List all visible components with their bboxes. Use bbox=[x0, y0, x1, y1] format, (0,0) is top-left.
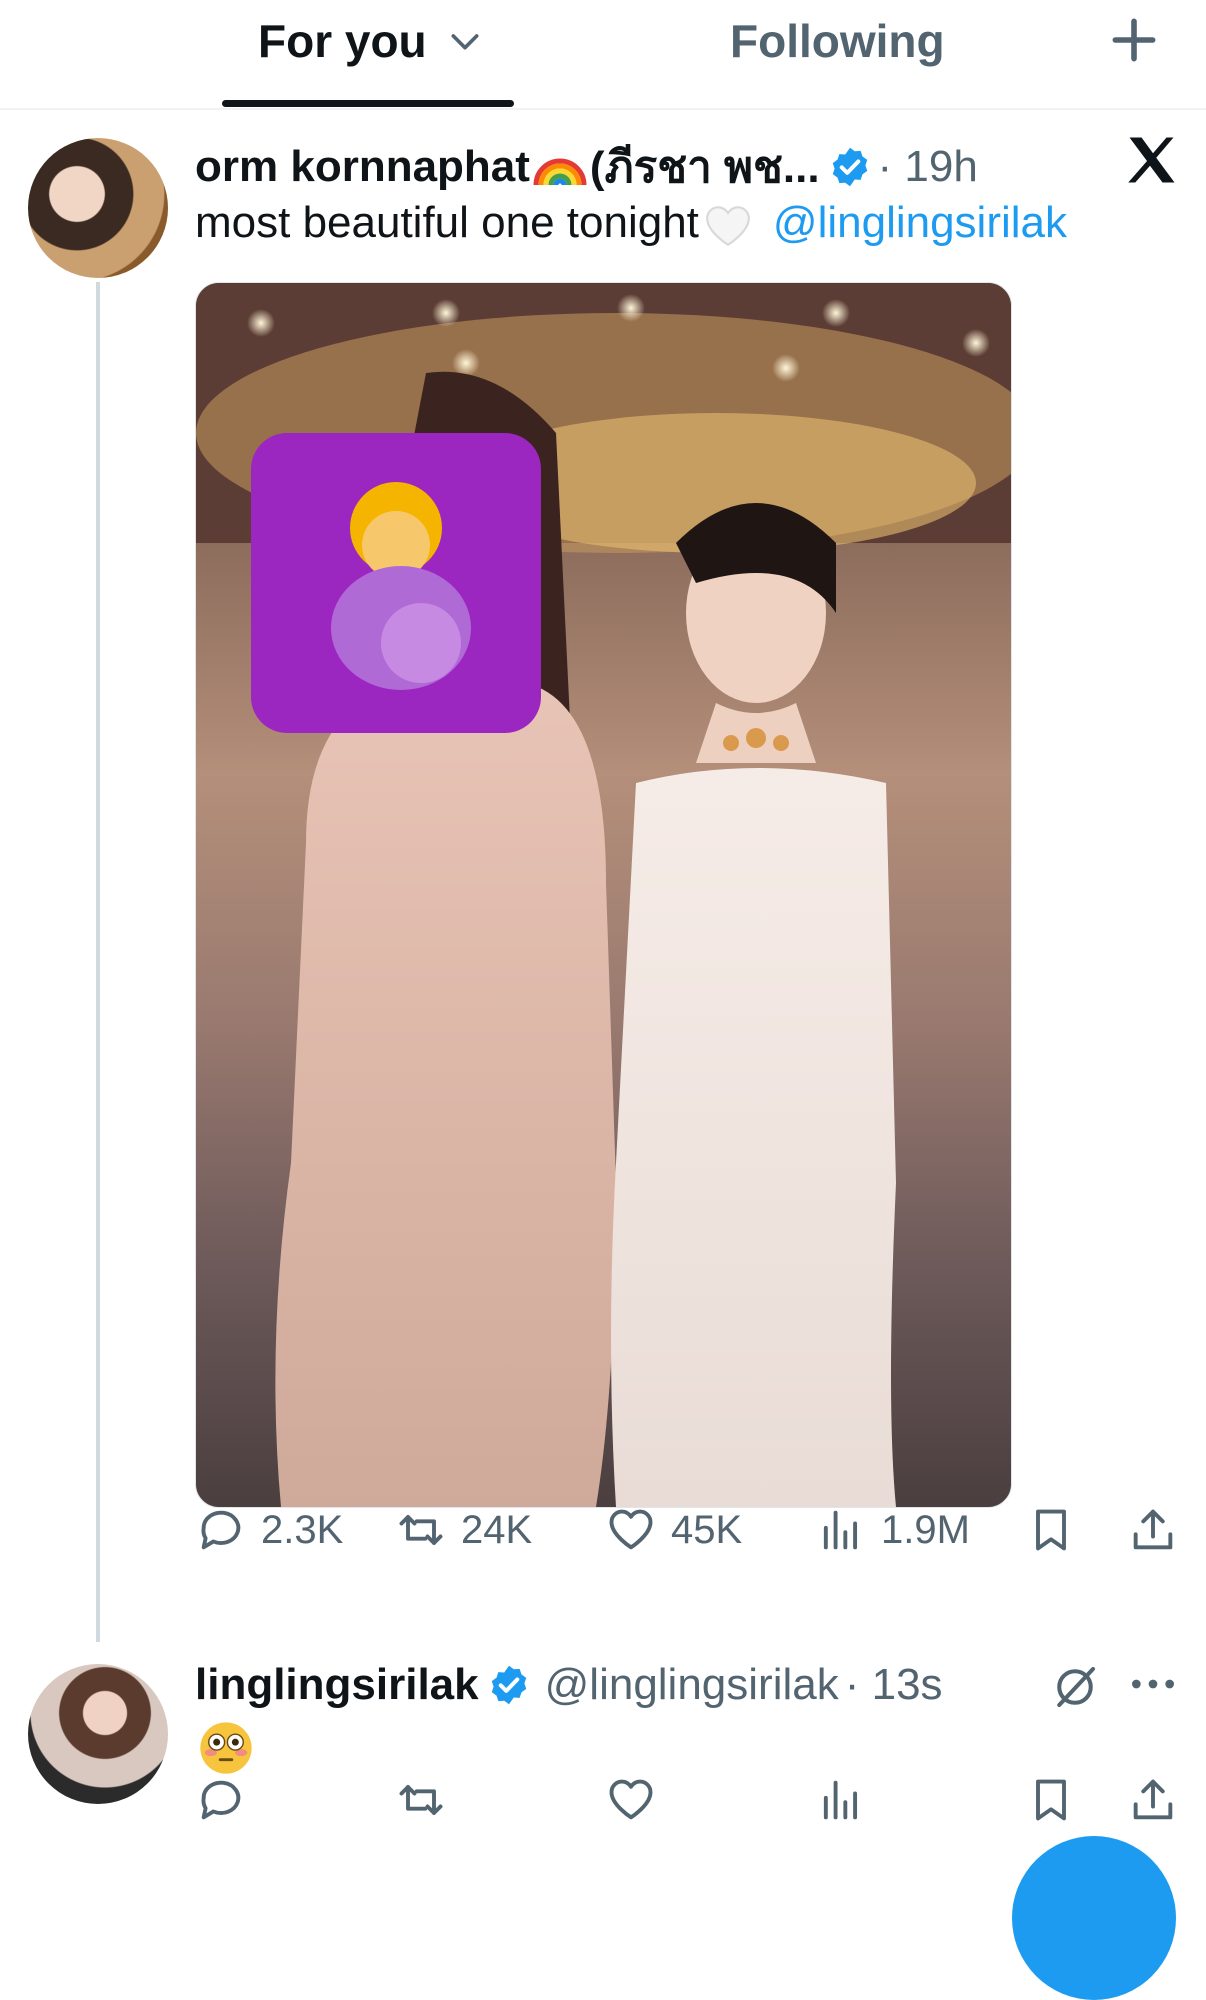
handle[interactable]: @linglingsirilak bbox=[545, 1660, 839, 1710]
views-count: 1.9M bbox=[881, 1507, 970, 1552]
share-icon bbox=[1133, 1509, 1173, 1550]
tweet-time[interactable]: · 19h bbox=[878, 142, 978, 192]
thread-line bbox=[96, 282, 100, 1642]
tweet-body: most beautiful one tonight bbox=[195, 198, 699, 247]
views-icon bbox=[823, 1780, 858, 1820]
repost-icon bbox=[399, 1785, 443, 1815]
bookmark-icon bbox=[1036, 1779, 1066, 1821]
reply-icon bbox=[201, 1780, 241, 1820]
like-button[interactable] bbox=[605, 1774, 657, 1826]
avatar[interactable] bbox=[28, 1664, 168, 1804]
like-button[interactable]: 45K bbox=[605, 1504, 742, 1556]
x-logo-icon bbox=[1128, 137, 1175, 183]
tab-for-you-label: For you bbox=[258, 15, 427, 67]
share-button[interactable] bbox=[1127, 1504, 1179, 1556]
rainbow-emoji-icon bbox=[533, 158, 587, 186]
display-name[interactable]: orm kornnaphat bbox=[195, 142, 530, 192]
like-icon bbox=[609, 1509, 653, 1550]
tweet-text: most beautiful one tonight @linglingsiril… bbox=[195, 198, 1067, 248]
repost-button[interactable]: 24K bbox=[395, 1504, 532, 1556]
tweet-photo[interactable] bbox=[195, 282, 1012, 1508]
tab-for-you[interactable]: For you bbox=[258, 14, 485, 68]
tweet-time[interactable]: · 13s bbox=[845, 1660, 943, 1710]
share-button[interactable] bbox=[1127, 1774, 1179, 1826]
chevron-down-icon[interactable] bbox=[445, 21, 485, 61]
bookmark-button[interactable] bbox=[1025, 1774, 1077, 1826]
verified-badge-icon bbox=[491, 1665, 526, 1705]
views-button[interactable]: 1.9M bbox=[815, 1504, 970, 1556]
repost-count: 24K bbox=[461, 1507, 533, 1552]
active-tab-indicator bbox=[222, 100, 514, 107]
like-icon bbox=[609, 1779, 653, 1820]
compose-fab-button[interactable] bbox=[1012, 1836, 1176, 2000]
tweet-header: linglingsirilak @linglingsirilak · 13s bbox=[195, 1660, 943, 1710]
white-heart-emoji-icon bbox=[706, 206, 750, 247]
timeline-tabs: For you Following bbox=[0, 0, 1206, 110]
display-name[interactable]: linglingsirilak bbox=[195, 1660, 479, 1710]
reply-icon bbox=[201, 1510, 241, 1550]
reply-count: 2.3K bbox=[261, 1507, 344, 1552]
views-icon bbox=[823, 1510, 858, 1550]
repost-button[interactable] bbox=[395, 1774, 447, 1826]
bookmark-icon bbox=[1036, 1509, 1066, 1551]
tab-following-label: Following bbox=[730, 15, 945, 67]
views-button[interactable] bbox=[815, 1774, 867, 1826]
like-count: 45K bbox=[671, 1507, 743, 1552]
mention-link[interactable]: @linglingsirilak bbox=[773, 198, 1067, 247]
grok-icon[interactable] bbox=[1048, 1660, 1102, 1714]
more-icon[interactable] bbox=[1128, 1664, 1178, 1704]
plus-icon[interactable] bbox=[1106, 12, 1162, 68]
tab-following[interactable]: Following bbox=[730, 14, 945, 68]
avatar[interactable] bbox=[28, 138, 168, 278]
repost-icon bbox=[399, 1515, 443, 1545]
reply-button[interactable]: 2.3K bbox=[195, 1504, 343, 1556]
flushed-face-emoji-icon bbox=[200, 1722, 252, 1774]
verified-badge-icon bbox=[832, 147, 867, 187]
display-name-suffix[interactable]: (ภีรชา พช... bbox=[590, 132, 820, 202]
share-icon bbox=[1133, 1779, 1173, 1820]
tweet-header: orm kornnaphat (ภีรชา พช... · 19h bbox=[195, 132, 978, 202]
photo-illustration bbox=[196, 283, 1011, 1507]
reply-button[interactable] bbox=[195, 1774, 247, 1826]
bookmark-button[interactable] bbox=[1025, 1504, 1077, 1556]
